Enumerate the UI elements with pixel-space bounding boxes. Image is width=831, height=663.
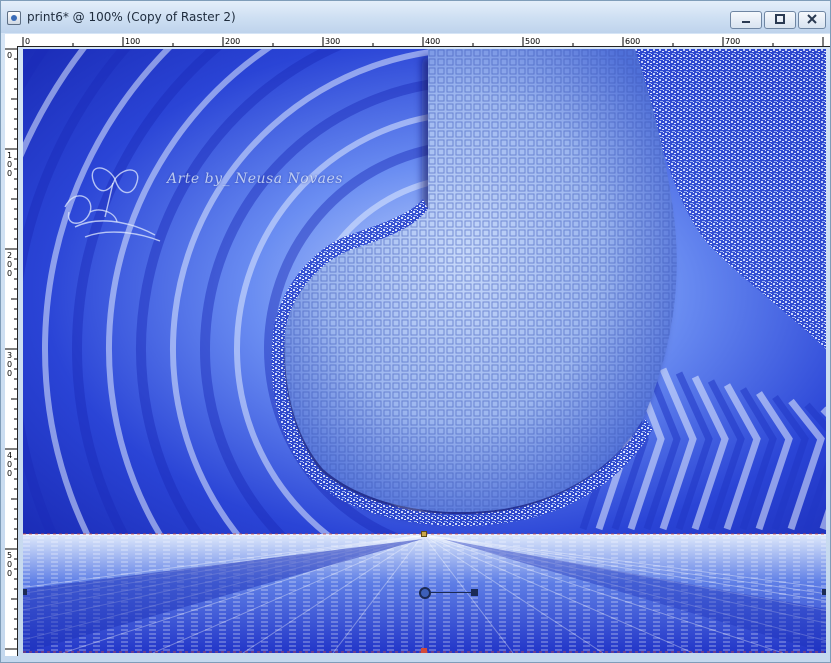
- image-canvas[interactable]: Arte by_ Neusa Novaes: [23, 49, 826, 653]
- vertical-ruler[interactable]: 0100200300400500: [5, 46, 18, 656]
- ruler-h-label: 500: [525, 37, 540, 46]
- ruler-h-label: 300: [325, 37, 340, 46]
- ruler-v-label: 2: [7, 251, 12, 260]
- ruler-v-label: 0: [7, 160, 12, 169]
- layer-boundary: [23, 533, 826, 653]
- pick-tool-bottom-handle[interactable]: [421, 648, 427, 653]
- ruler-h-label: 0: [25, 37, 30, 46]
- ruler-v-label: 0: [7, 469, 12, 478]
- minimize-button[interactable]: [730, 11, 762, 29]
- ruler-v-label: 0: [7, 269, 12, 278]
- ruler-v-label: 1: [7, 151, 12, 160]
- maximize-icon: [775, 14, 785, 24]
- ruler-v-label: 0: [7, 369, 12, 378]
- ruler-v-label: 0: [7, 360, 12, 369]
- ruler-v-label: 4: [7, 451, 12, 460]
- ruler-v-label: 0: [7, 51, 12, 60]
- ruler-v-label: 0: [7, 169, 12, 178]
- horizontal-ruler-ticks: 0 100 200 300 400 500 600 700: [22, 37, 824, 46]
- pick-tool-center-handle[interactable]: [419, 587, 431, 599]
- close-button[interactable]: [798, 11, 826, 29]
- ruler-v-label: 0: [7, 560, 12, 569]
- pick-tool-rotation-handle[interactable]: [471, 589, 478, 596]
- horizontal-ruler[interactable]: 0 100 200 300 400 500 600 700: [11, 34, 830, 47]
- pick-tool-rotation-line: [431, 592, 473, 593]
- pick-tool-top-handle[interactable]: [421, 531, 427, 537]
- vertical-ruler-ticks: 0100200300400500: [5, 48, 17, 650]
- ruler-v-label: 0: [7, 460, 12, 469]
- pick-tool-left-handle[interactable]: [23, 589, 27, 595]
- maximize-button[interactable]: [764, 11, 796, 29]
- ruler-v-label: 5: [7, 551, 12, 560]
- pick-tool-right-handle[interactable]: [822, 589, 826, 595]
- ruler-h-label: 200: [225, 37, 240, 46]
- window-title: print6* @ 100% (Copy of Raster 2): [27, 10, 236, 24]
- ruler-h-label: 100: [125, 37, 140, 46]
- ruler-h-label: 700: [725, 37, 740, 46]
- document-icon: [7, 11, 21, 25]
- title-bar[interactable]: print6* @ 100% (Copy of Raster 2): [1, 1, 830, 33]
- ruler-v-label: 0: [7, 569, 12, 578]
- image-window: print6* @ 100% (Copy of Raster 2) 0 100 20…: [0, 0, 831, 663]
- ruler-h-label: 400: [425, 37, 440, 46]
- ruler-v-label: 0: [7, 260, 12, 269]
- ruler-h-label: 600: [625, 37, 640, 46]
- minimize-icon: [742, 21, 750, 23]
- ruler-v-label: 3: [7, 351, 12, 360]
- close-icon: [807, 14, 817, 24]
